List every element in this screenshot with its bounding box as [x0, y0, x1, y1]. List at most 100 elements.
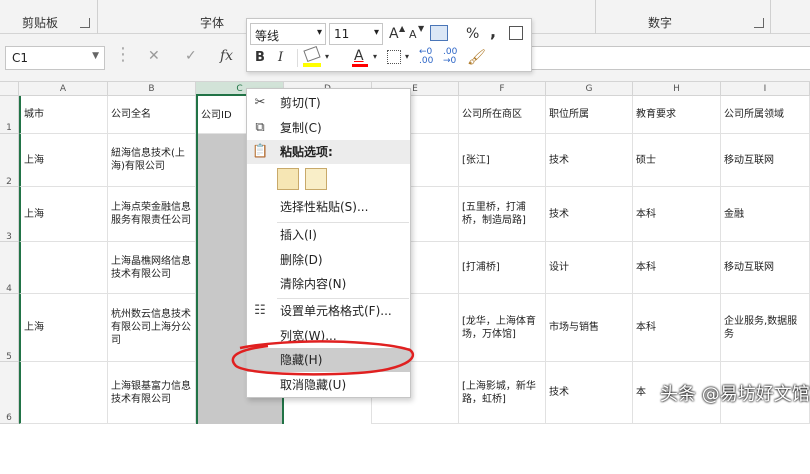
cell[interactable]: 本科: [633, 294, 721, 362]
cell[interactable]: 本科: [633, 187, 721, 242]
menu-item-copy[interactable]: ⧉ 复制(C): [247, 116, 410, 140]
cell[interactable]: 上海: [19, 134, 108, 187]
number-launcher-icon[interactable]: [754, 18, 764, 28]
column-header[interactable]: B: [108, 82, 196, 96]
cell[interactable]: [19, 242, 108, 294]
decrease-decimal-icon[interactable]: .00 →0: [443, 48, 457, 66]
italic-icon[interactable]: I: [278, 50, 283, 65]
cell[interactable]: 上海: [19, 294, 108, 362]
menu-item-insert[interactable]: 插入(I): [247, 223, 410, 247]
cell[interactable]: [张江]: [459, 134, 546, 187]
font-color-icon[interactable]: A: [354, 48, 364, 64]
chevron-down-icon[interactable]: ▾: [373, 52, 377, 61]
row-header[interactable]: 6: [0, 362, 19, 424]
cell[interactable]: 硕士: [633, 134, 721, 187]
cell[interactable]: 移动互联网: [721, 134, 810, 187]
row-header[interactable]: 4: [0, 242, 19, 294]
menu-item-label: 复制(C): [280, 121, 322, 135]
close-icon[interactable]: ✕: [148, 48, 160, 64]
select-all-corner[interactable]: [0, 82, 19, 96]
cell[interactable]: 教育要求: [633, 96, 721, 134]
cell[interactable]: 上海银基富力信息技术有限公司: [108, 362, 196, 424]
cell[interactable]: 上海晶樵网络信息技术有限公司: [108, 242, 196, 294]
menu-item-paste-options: 📋 粘贴选项:: [247, 140, 410, 164]
font-size-select[interactable]: 11 ▾: [329, 23, 383, 45]
cell[interactable]: 公司所属领域: [721, 96, 810, 134]
cell[interactable]: [五里桥，打浦桥，制造局路]: [459, 187, 546, 242]
comma-style-icon[interactable]: ,: [490, 22, 496, 41]
increase-decimal-icon[interactable]: ←0.00: [419, 48, 433, 66]
row-header[interactable]: 2: [0, 134, 19, 187]
cell[interactable]: 上海: [19, 187, 108, 242]
cell[interactable]: 市场与销售: [546, 294, 633, 362]
cell[interactable]: [上海影城，新华路，虹桥]: [459, 362, 546, 424]
cell[interactable]: [19, 362, 108, 424]
clipboard-launcher-icon[interactable]: [80, 18, 90, 28]
chevron-down-icon[interactable]: ▼: [92, 51, 99, 61]
ribbon-divider: [595, 0, 596, 34]
cell[interactable]: [龙华，上海体育场，万体馆]: [459, 294, 546, 362]
cell[interactable]: 移动互联网: [721, 242, 810, 294]
chevron-down-icon: ▾: [316, 27, 322, 38]
column-header[interactable]: F: [459, 82, 546, 96]
cell[interactable]: 杭州数云信息技术有限公司上海分公司: [108, 294, 196, 362]
row-header[interactable]: 3: [0, 187, 19, 242]
cell[interactable]: 设计: [546, 242, 633, 294]
merge-cells-icon[interactable]: [509, 26, 523, 40]
cell[interactable]: [打浦桥]: [459, 242, 546, 294]
check-icon[interactable]: ✓: [185, 48, 197, 64]
fill-color-swatch: [303, 63, 321, 67]
decrease-font-size-icon[interactable]: A: [409, 28, 417, 41]
cell[interactable]: 公司全名: [108, 96, 196, 134]
menu-item-label: 剪切(T): [280, 96, 321, 110]
ribbon-group-number: 数字: [648, 16, 673, 30]
font-name-select[interactable]: 等线 ▾: [250, 23, 326, 45]
font-size-value: 11: [334, 27, 350, 41]
cell[interactable]: 企业服务,数据服务: [721, 294, 810, 362]
chevron-down-icon[interactable]: ▾: [325, 52, 329, 61]
column-header[interactable]: A: [19, 82, 108, 96]
paste-values-icon[interactable]: [305, 168, 327, 190]
fill-color-icon[interactable]: [303, 45, 321, 63]
row-header[interactable]: 1: [0, 96, 19, 134]
row-header[interactable]: 5: [0, 294, 19, 362]
insert-function-icon[interactable]: fx: [220, 48, 233, 64]
paste-icon: 📋: [252, 144, 269, 159]
column-header[interactable]: H: [633, 82, 721, 96]
column-header[interactable]: G: [546, 82, 633, 96]
menu-item-clear-contents[interactable]: 清除内容(N): [247, 272, 410, 296]
cell[interactable]: 上海点荣金融信息服务有限责任公司: [108, 187, 196, 242]
watermark: 头条 @易坊好文馆: [660, 384, 810, 405]
menu-item-cut[interactable]: ✂ 剪切(T): [247, 91, 410, 115]
chevron-down-icon[interactable]: ▾: [405, 52, 409, 61]
ribbon-divider: [770, 0, 771, 34]
menu-item-format-cells[interactable]: ☷ 设置单元格格式(F)...: [247, 299, 410, 323]
menu-item-label: 粘贴选项:: [280, 145, 333, 159]
menu-item-delete[interactable]: 删除(D): [247, 248, 410, 272]
format-painter-icon[interactable]: 🖌: [467, 48, 486, 66]
font-name-value: 等线: [255, 29, 280, 43]
cell[interactable]: 技术: [546, 134, 633, 187]
mini-toolbar: 等线 ▾ 11 ▾ A ▲ A ▼ % , B I ▾ A ▾ ▾ ←0.00 …: [246, 18, 532, 72]
name-box-value: C1: [12, 51, 29, 65]
accounting-format-icon[interactable]: [430, 25, 448, 41]
increase-font-size-icon[interactable]: A: [389, 26, 399, 42]
menu-item-label: 取消隐藏(U): [280, 378, 347, 392]
menu-item-label: 插入(I): [280, 228, 317, 242]
column-header[interactable]: I: [721, 82, 810, 96]
cell[interactable]: 本科: [633, 242, 721, 294]
cell[interactable]: 紐海信息技术(上海)有限公司: [108, 134, 196, 187]
cell[interactable]: 城市: [19, 96, 108, 134]
name-box[interactable]: C1 ▼: [5, 46, 105, 70]
percent-icon[interactable]: %: [466, 26, 479, 42]
paste-option-icon[interactable]: [277, 168, 299, 190]
cell[interactable]: 金融: [721, 187, 810, 242]
bold-icon[interactable]: B: [255, 50, 265, 65]
cell[interactable]: 技术: [546, 362, 633, 424]
cell[interactable]: 职位所属: [546, 96, 633, 134]
borders-icon[interactable]: [387, 50, 401, 64]
cell[interactable]: 技术: [546, 187, 633, 242]
cell[interactable]: 公司所在商区: [459, 96, 546, 134]
menu-item-paste-special[interactable]: 选择性粘贴(S)...: [247, 195, 410, 219]
copy-icon: ⧉: [255, 120, 265, 135]
